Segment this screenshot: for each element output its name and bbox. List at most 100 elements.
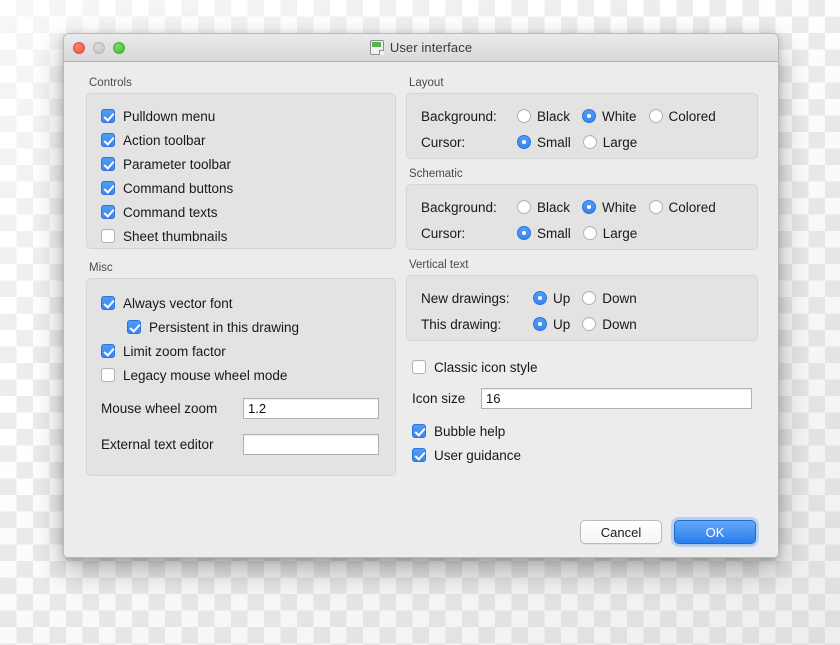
radio-layout-background-white[interactable]: White: [582, 109, 637, 124]
checkbox-bubble-help[interactable]: [412, 424, 426, 438]
radio-layout-background-colored[interactable]: Colored: [648, 109, 716, 124]
app-document-icon: [369, 40, 384, 55]
radio-indicator-layout-background-colored[interactable]: [648, 109, 663, 123]
radio-indicator-schematic-background-colored[interactable]: [648, 200, 663, 214]
checkbox-limit-zoom-factor[interactable]: [101, 344, 115, 358]
checkbox-classic-icon-style[interactable]: [412, 360, 426, 374]
checkbox-row-sheet-thumbnails[interactable]: Sheet thumbnails: [101, 224, 381, 248]
window-titlebar[interactable]: User interface: [64, 34, 778, 62]
checkbox-row-bubble-help[interactable]: Bubble help: [412, 419, 758, 443]
checkbox-row-command-buttons[interactable]: Command buttons: [101, 176, 381, 200]
checkbox-sheet-thumbnails[interactable]: [101, 229, 115, 243]
checkbox-persistent-in-this-drawing[interactable]: [127, 320, 141, 334]
checkbox-row-parameter-toolbar[interactable]: Parameter toolbar: [101, 152, 381, 176]
cancel-button[interactable]: Cancel: [580, 520, 662, 544]
radio-schematic-background-black[interactable]: Black: [517, 200, 570, 215]
icon-size-input[interactable]: [481, 387, 752, 409]
checkbox-label-classic-icon-style: Classic icon style: [434, 359, 538, 375]
radio-indicator-layout-background-white[interactable]: [582, 109, 597, 123]
checkbox-pulldown-menu[interactable]: [101, 109, 115, 123]
mouse-wheel-zoom-input[interactable]: [243, 397, 379, 419]
radio-layout-background-black[interactable]: Black: [517, 109, 570, 124]
radio-indicator-layout-cursor-large[interactable]: [582, 135, 597, 149]
schematic-background-label: Background:: [421, 199, 497, 215]
dialog-footer-buttons: Cancel OK: [580, 520, 756, 544]
dialog-body: Controls Pulldown menu Action toolbar Pa…: [64, 62, 778, 557]
checkbox-row-always-vector-font[interactable]: Always vector font: [101, 291, 381, 315]
radio-indicator-schematic-cursor-large[interactable]: [582, 226, 597, 240]
checkbox-row-persistent-in-this-drawing[interactable]: Persistent in this drawing: [101, 315, 381, 339]
checkbox-row-user-guidance[interactable]: User guidance: [412, 443, 758, 467]
external-text-editor-input[interactable]: [243, 433, 379, 455]
checkbox-label-command-buttons: Command buttons: [123, 180, 234, 196]
checkbox-label-user-guidance: User guidance: [434, 447, 522, 463]
minimize-window-button[interactable]: [93, 41, 105, 54]
radio-schematic-cursor-large[interactable]: Large: [582, 226, 637, 241]
radio-new-drawings-up[interactable]: Up: [533, 291, 570, 306]
checkbox-row-limit-zoom-factor[interactable]: Limit zoom factor: [101, 339, 381, 363]
layout-group-box: Background: Black White Colored Cursor: …: [406, 93, 758, 159]
radio-layout-cursor-large[interactable]: Large: [582, 135, 637, 150]
radio-schematic-background-colored[interactable]: Colored: [648, 199, 716, 215]
schematic-cursor-label: Cursor:: [421, 225, 466, 241]
radio-indicator-schematic-cursor-small[interactable]: [517, 226, 531, 240]
radio-indicator-layout-background-black[interactable]: [517, 109, 531, 123]
radio-indicator-schematic-background-white[interactable]: [582, 200, 597, 214]
checkbox-command-buttons[interactable]: [101, 181, 115, 195]
radio-label-layout-cursor-small: Small: [537, 134, 571, 150]
left-column: Controls Pulldown menu Action toolbar Pa…: [86, 62, 396, 480]
layout-background-row: Background: Black White Colored: [421, 103, 743, 129]
radio-new-drawings-down[interactable]: Down: [582, 291, 637, 306]
radio-indicator-new-drawings-down[interactable]: [582, 291, 597, 305]
layout-cursor-row: Cursor: Small Large: [421, 129, 743, 155]
checkbox-always-vector-font[interactable]: [101, 296, 115, 310]
radio-indicator-layout-cursor-small[interactable]: [517, 135, 531, 149]
misc-group-box: Always vector font Persistent in this dr…: [86, 278, 396, 476]
layout-background-label: Background:: [421, 108, 497, 124]
checkbox-user-guidance[interactable]: [412, 448, 426, 462]
radio-indicator-schematic-background-black[interactable]: [517, 200, 531, 214]
radio-indicator-new-drawings-up[interactable]: [533, 291, 547, 305]
checkbox-legacy-mouse-wheel-mode[interactable]: [101, 368, 115, 382]
radio-label-schematic-background-white: White: [602, 199, 637, 215]
misc-group-label: Misc: [89, 262, 113, 274]
right-column: Layout Background: Black White Colored C…: [406, 62, 758, 467]
ok-button[interactable]: OK: [674, 520, 756, 544]
vertical-text-this-drawing-label: This drawing:: [421, 316, 502, 332]
schematic-group: Schematic Background: Black White Colore…: [406, 167, 758, 250]
schematic-group-box: Background: Black White Colored Cursor: …: [406, 184, 758, 250]
radio-indicator-this-drawing-down[interactable]: [582, 317, 597, 331]
radio-this-drawing-down[interactable]: Down: [582, 317, 637, 332]
radio-label-this-drawing-down: Down: [602, 316, 637, 332]
radio-label-new-drawings-down: Down: [602, 290, 637, 306]
controls-group-box: Pulldown menu Action toolbar Parameter t…: [86, 93, 396, 249]
checkbox-row-action-toolbar[interactable]: Action toolbar: [101, 128, 381, 152]
checkbox-row-pulldown-menu[interactable]: Pulldown menu: [101, 104, 381, 128]
checkbox-parameter-toolbar[interactable]: [101, 157, 115, 171]
checkbox-action-toolbar[interactable]: [101, 133, 115, 147]
mouse-wheel-zoom-row: Mouse wheel zoom: [101, 395, 381, 421]
icon-options-section: Classic icon style Icon size Bubble help…: [406, 355, 758, 467]
radio-indicator-this-drawing-up[interactable]: [533, 317, 547, 331]
radio-schematic-background-white[interactable]: White: [582, 200, 637, 215]
checkbox-row-command-texts[interactable]: Command texts: [101, 200, 381, 224]
checkbox-label-limit-zoom-factor: Limit zoom factor: [123, 343, 226, 359]
schematic-background-row: Background: Black White Colored: [421, 194, 743, 220]
misc-group: Misc Always vector font Persistent in th…: [86, 261, 396, 476]
external-text-editor-label: External text editor: [101, 436, 214, 452]
radio-this-drawing-up[interactable]: Up: [533, 317, 570, 332]
vertical-text-group: Vertical text New drawings: Up Down This…: [406, 258, 758, 341]
zoom-window-button[interactable]: [113, 41, 125, 54]
vertical-text-new-drawings-row: New drawings: Up Down: [421, 285, 743, 311]
checkbox-label-persistent-in-this-drawing: Persistent in this drawing: [149, 319, 300, 335]
checkbox-label-legacy-mouse-wheel-mode: Legacy mouse wheel mode: [123, 367, 288, 383]
radio-label-new-drawings-up: Up: [553, 290, 571, 306]
close-window-button[interactable]: [73, 41, 85, 54]
radio-label-schematic-background-colored: Colored: [668, 199, 716, 215]
checkbox-command-texts[interactable]: [101, 205, 115, 219]
checkbox-row-classic-icon-style[interactable]: Classic icon style: [412, 355, 758, 379]
checkbox-row-legacy-mouse-wheel-mode[interactable]: Legacy mouse wheel mode: [101, 363, 381, 387]
radio-layout-cursor-small[interactable]: Small: [517, 135, 571, 150]
radio-schematic-cursor-small[interactable]: Small: [517, 226, 571, 241]
radio-label-this-drawing-up: Up: [553, 316, 571, 332]
